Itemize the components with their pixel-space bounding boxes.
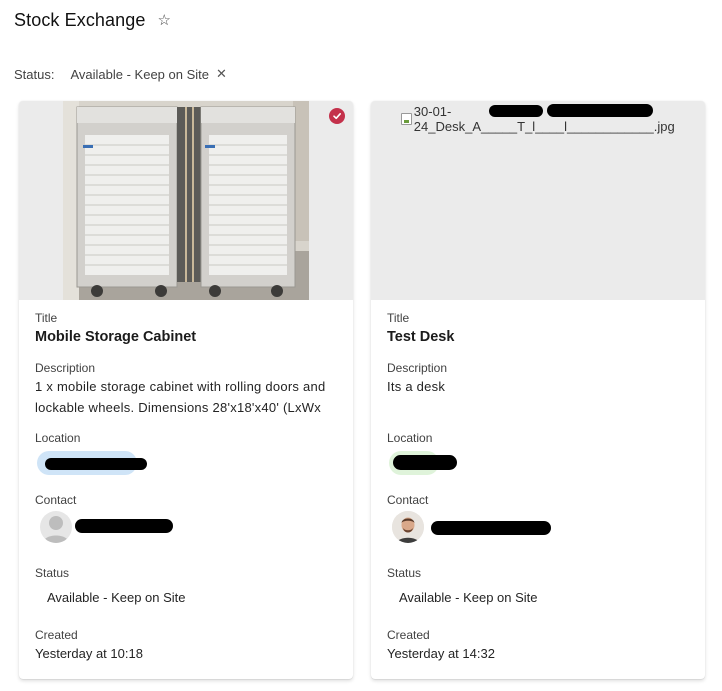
card-description: Its a desk	[387, 379, 446, 394]
description-label: Description	[35, 361, 96, 375]
created-value: Yesterday at 10:18	[35, 646, 143, 661]
redacted-contact-name	[75, 519, 173, 533]
filter-label: Status:	[14, 66, 55, 82]
item-card[interactable]: Title Mobile Storage Cabinet Description…	[19, 101, 353, 679]
close-icon[interactable]: ✕	[216, 66, 227, 82]
redacted-contact-name	[431, 521, 551, 535]
location-label: Location	[387, 431, 433, 445]
status-value: Available - Keep on Site	[399, 590, 538, 605]
card-thumbnail[interactable]: 30-01-24_Desk_A_____T_l____l____________…	[371, 101, 705, 300]
item-card[interactable]: 30-01-24_Desk_A_____T_l____l____________…	[371, 101, 705, 679]
avatar[interactable]	[392, 511, 424, 543]
star-icon[interactable]: ☆	[157, 13, 170, 28]
redacted-filename	[489, 105, 543, 117]
redacted-filename	[547, 104, 653, 117]
page-title: Stock Exchange	[14, 9, 146, 30]
location-label: Location	[35, 431, 81, 445]
created-label: Created	[35, 628, 78, 642]
card-title[interactable]: Mobile Storage Cabinet	[35, 329, 196, 345]
page-header: Stock Exchange ☆	[14, 7, 171, 33]
checkmark-icon[interactable]	[329, 108, 345, 124]
contact-label: Contact	[387, 493, 429, 507]
filter-value: Available - Keep on Site	[70, 66, 209, 82]
filter-pill[interactable]: Available - Keep on Site ✕	[70, 66, 226, 82]
status-label: Status	[387, 566, 422, 580]
redacted-location	[45, 458, 147, 470]
title-label: Title	[387, 311, 410, 325]
created-value: Yesterday at 14:32	[387, 646, 495, 661]
redacted-location	[393, 455, 457, 470]
broken-image-icon	[401, 113, 412, 125]
card-description: 1 x mobile storage cabinet with rolling …	[35, 379, 326, 415]
card-thumbnail[interactable]	[19, 101, 353, 300]
filter-bar: Status: Available - Keep on Site ✕	[14, 64, 227, 84]
cabinet-photo	[63, 101, 309, 300]
description-label: Description	[387, 361, 448, 375]
status-label: Status	[35, 566, 70, 580]
card-title[interactable]: Test Desk	[387, 329, 454, 345]
avatar[interactable]	[40, 511, 72, 543]
title-label: Title	[35, 311, 58, 325]
contact-label: Contact	[35, 493, 77, 507]
created-label: Created	[387, 628, 430, 642]
status-value: Available - Keep on Site	[47, 590, 186, 605]
